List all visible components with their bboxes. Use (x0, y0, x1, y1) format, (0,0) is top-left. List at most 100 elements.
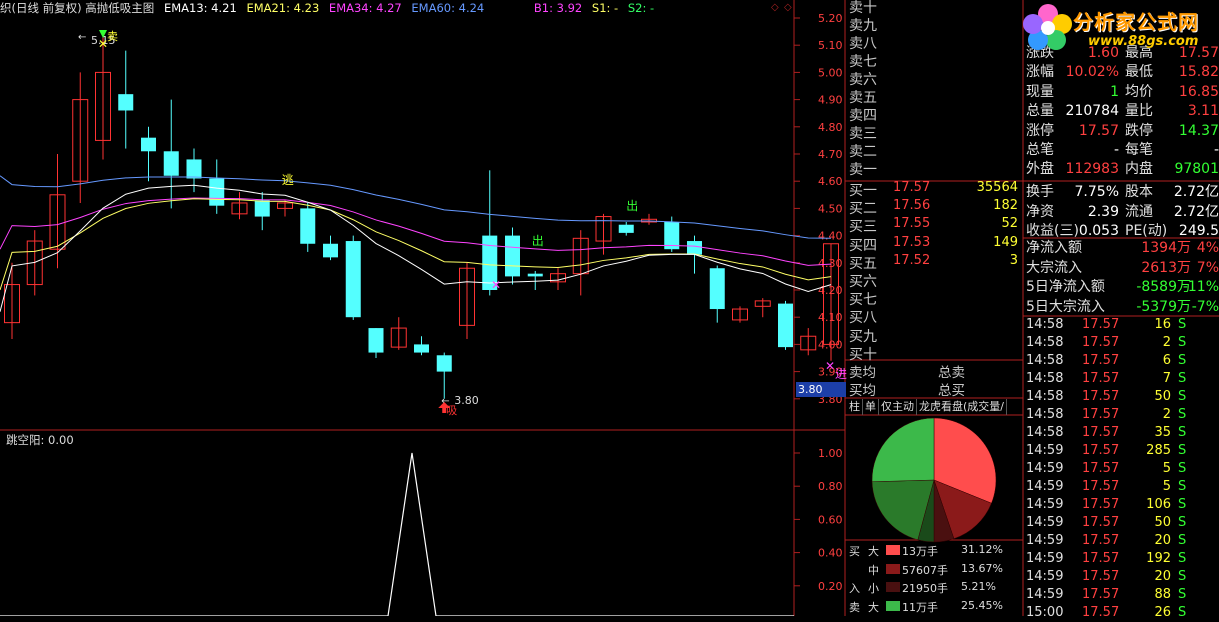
flow-row: 净流入额 1394万 4% (1026, 239, 1219, 258)
quote-label: 涨幅 (1026, 64, 1054, 81)
buy-level-label: 买二 (849, 201, 877, 218)
legend-percent: 5.21% (961, 580, 996, 593)
legend-side: 买 (849, 545, 860, 558)
escape-mark: 逃 (282, 173, 294, 187)
sell-mark: 卖 (107, 30, 118, 43)
quote-value: 1 (1110, 83, 1119, 100)
enter-cross-icon: ✕ (825, 359, 835, 373)
price-tick-label: 5.20 (818, 12, 843, 25)
tab-bar-chart[interactable]: 柱 (847, 399, 863, 415)
buy-level-label: 买一 (849, 183, 877, 199)
quote-label: 内盘 (1125, 161, 1153, 178)
quote-value: 2.39 (1087, 203, 1119, 220)
tick-price: 17.57 (1082, 353, 1120, 368)
legend-swatch (886, 545, 900, 555)
ema21-line (0, 198, 832, 291)
buy-level-volume: 52 (1001, 216, 1018, 232)
window-diamond-icon: ◇ (771, 2, 779, 13)
sub-indicator-label: 跳空阳: 0.00 (6, 433, 74, 447)
tab-dragon-tiger[interactable]: 龙虎看盘(成交量/ (917, 399, 1007, 415)
price-tick-label: 4.90 (818, 94, 843, 107)
tick-row[interactable]: 14:58 17.57 35 S (1026, 424, 1219, 442)
tick-price: 17.57 (1082, 479, 1120, 494)
tick-row[interactable]: 15:00 17.57 26 S (1026, 604, 1219, 622)
buy-level-volume: 35564 (976, 180, 1018, 195)
tick-side: S (1178, 587, 1187, 602)
tick-time: 14:59 (1026, 551, 1064, 566)
tick-row[interactable]: 14:58 17.57 50 S (1026, 388, 1219, 406)
quote-row: 换手 7.75% 股本 2.72亿 (1026, 183, 1219, 202)
indicator-tick-label: 1.00 (818, 447, 843, 460)
candle-body-down (323, 243, 338, 258)
tick-row[interactable]: 14:59 17.57 192 S (1026, 550, 1219, 568)
legend-size: 大 (868, 600, 879, 614)
logo-url: www.88gs.com (1088, 34, 1199, 49)
total-sell-label: 总卖 (938, 365, 965, 381)
legend-side: 入 (849, 582, 860, 595)
tick-price: 17.57 (1082, 371, 1120, 386)
b1-label: B1: 3.92 (533, 1, 583, 15)
tick-price: 17.57 (1082, 515, 1120, 530)
ema34-label: EMA34: 4.27 (328, 1, 402, 15)
enter-mark: 进 (835, 367, 847, 381)
tick-side: S (1178, 569, 1187, 584)
ema34-line (0, 197, 832, 266)
legend-percent: 13.67% (961, 561, 1003, 575)
quote-value: 10.02% (1065, 64, 1119, 81)
sell-level-label: 卖三 (849, 126, 877, 142)
tick-row[interactable]: 14:58 17.57 6 S (1026, 352, 1219, 370)
tick-time: 14:59 (1026, 461, 1064, 476)
legend-size: 小 (868, 582, 879, 595)
tick-row[interactable]: 14:59 17.57 88 S (1026, 586, 1219, 604)
tick-side: S (1178, 407, 1187, 422)
indicator-spike-line (0, 452, 794, 616)
tab-order[interactable]: 单 (863, 399, 879, 415)
tick-row[interactable]: 14:59 17.57 20 S (1026, 568, 1219, 586)
buy-level-price: 17.55 (893, 216, 931, 232)
indicator-tick-label: 0.60 (818, 513, 843, 526)
quote-label: 总笔 (1026, 142, 1054, 158)
flow-label: 净流入额 (1026, 240, 1082, 256)
tab-active-only[interactable]: 仅主动 (879, 399, 917, 415)
tick-row[interactable]: 14:59 17.57 106 S (1026, 496, 1219, 514)
logo-text: 分析家公式网 (1073, 10, 1199, 34)
out-mark-1: 出 (532, 234, 544, 248)
tick-row[interactable]: 14:58 17.57 7 S (1026, 370, 1219, 388)
tick-time: 14:58 (1026, 425, 1064, 440)
quote-label: 最低 (1125, 64, 1153, 81)
legend-percent: 31.12% (961, 543, 1003, 556)
avg-sell-label: 卖均 (849, 365, 876, 381)
tick-row[interactable]: 14:59 17.57 20 S (1026, 532, 1219, 550)
tick-row[interactable]: 14:59 17.57 285 S (1026, 442, 1219, 460)
tick-side: S (1178, 479, 1187, 494)
flower-logo-icon (1023, 4, 1072, 50)
quote-label: 股本 (1125, 184, 1153, 200)
tick-time: 14:59 (1026, 587, 1064, 602)
buy-level-label: 买六 (849, 274, 877, 290)
quote-row: 现量 1 均价 16.85 (1026, 83, 1219, 102)
s2-label: S2: - (627, 1, 655, 15)
price-tick-label: 5.00 (818, 66, 843, 79)
tick-row[interactable]: 14:58 17.57 2 S (1026, 334, 1219, 352)
candle-body-down (687, 241, 702, 255)
sell-level-label: 卖八 (849, 36, 877, 52)
tick-row[interactable]: 14:58 17.57 16 S (1026, 316, 1219, 334)
tick-row[interactable]: 14:58 17.57 2 S (1026, 406, 1219, 424)
tick-row[interactable]: 14:59 17.57 5 S (1026, 460, 1219, 478)
out-mark-2: 出 (626, 199, 638, 213)
tick-volume: 106 (1146, 497, 1171, 512)
tick-volume: 285 (1146, 443, 1171, 458)
quote-value: 2.72亿 (1173, 184, 1219, 200)
buy-level-label: 买四 (849, 237, 877, 254)
flow-row: 5日大宗流入 -5379万 -7% (1026, 298, 1219, 317)
tick-row[interactable]: 14:59 17.57 5 S (1026, 478, 1219, 496)
total-buy-label: 总买 (938, 383, 965, 399)
candle-body-down (414, 344, 429, 353)
tick-row[interactable]: 14:59 17.57 50 S (1026, 514, 1219, 532)
quote-row: 净资 2.39 流通 2.72亿 (1026, 203, 1219, 222)
flow-value: 2613万 (1141, 259, 1191, 276)
legend-volume: 21950手 (902, 582, 948, 595)
legend-volume: 11万手 (902, 600, 938, 614)
tick-time: 14:58 (1026, 353, 1064, 368)
tick-side: S (1178, 443, 1187, 458)
